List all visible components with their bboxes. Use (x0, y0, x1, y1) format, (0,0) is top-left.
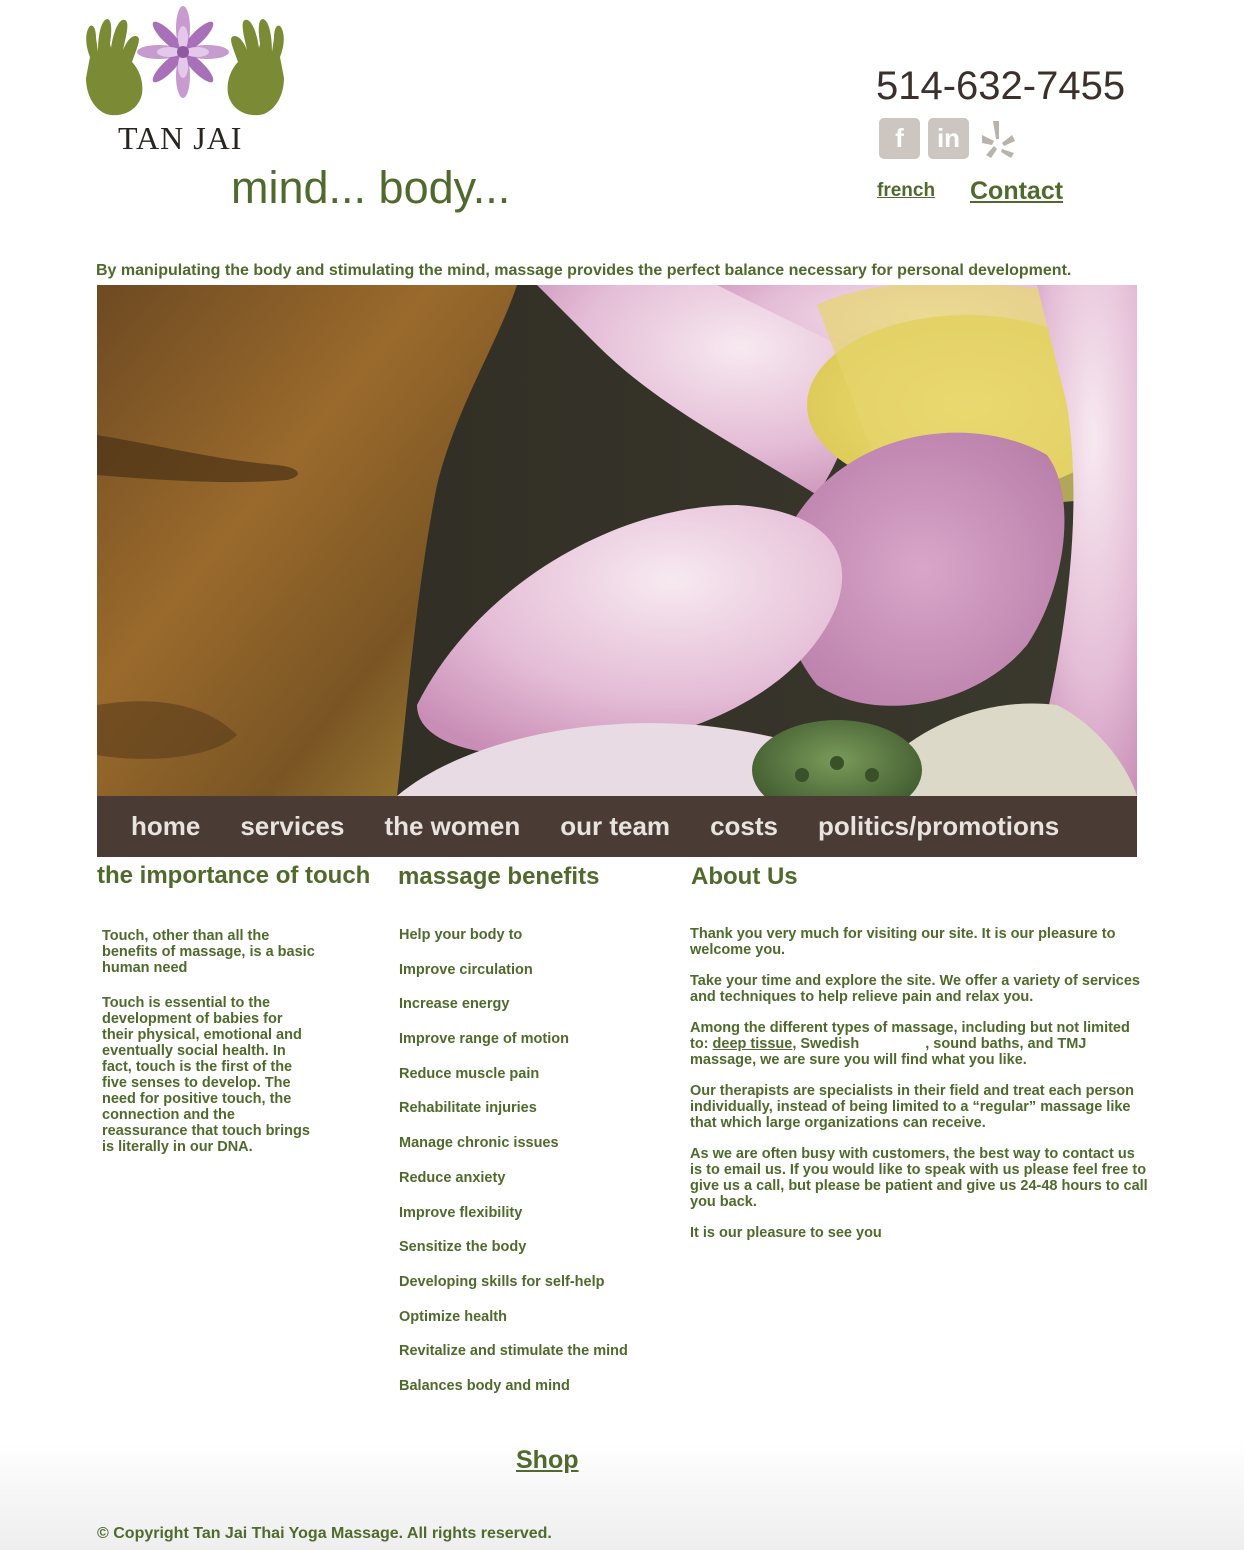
list-item: Improve flexibility (399, 1204, 523, 1221)
list-item: Help your body to (399, 927, 523, 943)
about-paragraph-5: As we are often busy with customers, the… (690, 1146, 1148, 1210)
list-item: Revitalize and stimulate the mind (399, 1343, 628, 1360)
about-title: About Us (691, 863, 798, 890)
french-link[interactable]: french (877, 180, 935, 202)
list-item: Increase energy (399, 996, 510, 1013)
copyright: © Copyright Tan Jai Thai Yoga Massage. A… (97, 1525, 552, 1542)
touch-paragraph-1: Touch, other than all the benefits of ma… (102, 928, 315, 976)
list-item: Reduce anxiety (399, 1169, 506, 1186)
about-paragraph-1: Thank you very much for visiting our sit… (690, 926, 1116, 958)
tagline: mind... body... (231, 162, 511, 213)
touch-paragraph-2: Touch is essential to the development of… (102, 995, 310, 1155)
hero-image (97, 285, 1137, 796)
about-section: Thank you very much for visiting our sit… (690, 926, 1150, 1256)
tan-jai-logo[interactable]: TAN JAI (80, 2, 290, 167)
list-item: Developing skills for self-help (399, 1273, 605, 1290)
list-item: Optimize health (399, 1308, 507, 1325)
social-links: f in (879, 118, 1018, 159)
list-item: Manage chronic issues (399, 1135, 559, 1152)
about-paragraph-6: It is our pleasure to see you (690, 1225, 882, 1241)
list-item: Reduce muscle pain (399, 1065, 540, 1082)
intro-text: By manipulating the body and stimulating… (96, 262, 1072, 279)
list-item: Sensitize the body (399, 1239, 527, 1256)
list-item: Improve circulation (399, 961, 533, 978)
nav-the-women[interactable]: the women (384, 811, 520, 842)
about-paragraph-2: Take your time and explore the site. We … (690, 973, 1140, 1005)
deep-tissue-link[interactable]: deep tissue (713, 1036, 793, 1052)
facebook-icon[interactable]: f (879, 118, 920, 159)
yelp-icon[interactable] (977, 118, 1018, 159)
nav-our-team[interactable]: our team (560, 811, 670, 842)
phone-number[interactable]: 514-632-7455 (876, 64, 1125, 109)
contact-link[interactable]: Contact (970, 177, 1063, 206)
about-p3-mid: , Swedish (792, 1036, 860, 1052)
about-paragraph-4: Our therapists are specialists in their … (690, 1083, 1135, 1131)
nav-services[interactable]: services (240, 811, 344, 842)
hands-lotus-icon (86, 6, 284, 116)
touch-title: the importance of touch (97, 862, 371, 889)
main-nav: home services the women our team costs p… (97, 796, 1137, 857)
about-paragraph-3: Among the different types of massage, in… (690, 1020, 1150, 1068)
shop-link[interactable]: Shop (516, 1446, 579, 1475)
list-item: Balances body and mind (399, 1377, 570, 1394)
nav-politics-promotions[interactable]: politics/promotions (818, 811, 1059, 842)
linkedin-icon[interactable]: in (928, 118, 969, 159)
list-item: Rehabilitate injuries (399, 1100, 537, 1117)
nav-costs[interactable]: costs (710, 811, 778, 842)
nav-home[interactable]: home (131, 811, 200, 842)
benefits-list: Help your body to Improve circulation In… (399, 926, 628, 1412)
logo-text: TAN JAI (118, 120, 243, 156)
benefits-title: massage benefits (398, 863, 600, 890)
list-item: Improve range of motion (399, 1031, 569, 1048)
